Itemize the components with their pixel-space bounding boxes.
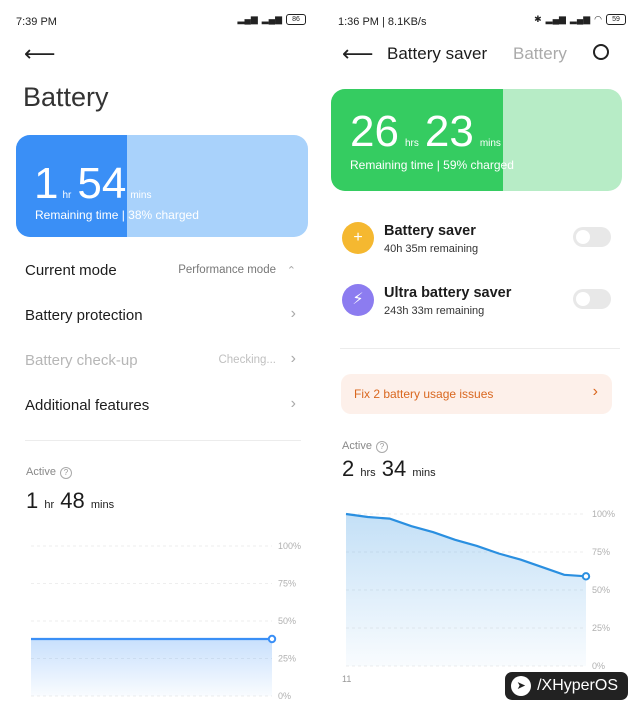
status-time: 1:36 PM | 8.1KB/s	[338, 16, 427, 28]
active-label: Active?	[342, 440, 388, 453]
series-area	[346, 514, 586, 666]
signal-icon: ▂▄▆	[545, 14, 566, 24]
status-time: 7:39 PM	[16, 16, 57, 28]
row-current-mode[interactable]: Current mode Performance mode ⌃	[25, 262, 298, 286]
ultra-saver-toggle[interactable]	[573, 289, 611, 309]
status-bar: 7:39 PM ▂▄▆ ▂▄▆ 86	[0, 10, 320, 30]
y-tick-label: 100%	[278, 541, 301, 551]
active-hours: 2	[342, 456, 355, 481]
wifi-icon: ◠	[594, 14, 602, 24]
hours-unit: hr	[62, 190, 72, 201]
remaining-time: 26 hrs 23 mins	[350, 107, 501, 157]
battery-card: 1 hr 54 mins Remaining time | 38% charged	[16, 135, 308, 237]
minutes-unit: mins	[479, 138, 501, 149]
watermark: ➤ /XHyperOS	[505, 672, 628, 700]
hours-value: 1	[34, 159, 59, 208]
remaining-text: Remaining time | 38% charged	[35, 208, 199, 222]
y-tick-label: 0%	[592, 661, 605, 671]
help-icon[interactable]: ?	[375, 441, 388, 453]
watermark-text: /XHyperOS	[537, 677, 618, 694]
bluetooth-icon: ✱	[534, 14, 542, 24]
remaining-text: Remaining time | 59% charged	[350, 158, 514, 172]
active-hours-unit: hrs	[360, 467, 376, 479]
row-label: Additional features	[25, 397, 150, 414]
ultra-saver-title: Ultra battery saver	[384, 285, 512, 301]
battery-plus-icon: +	[342, 222, 374, 254]
fix-issues-banner[interactable]: Fix 2 battery usage issues ›	[341, 374, 612, 414]
fix-issues-text: Fix 2 battery usage issues	[354, 387, 494, 401]
screens: 7:39 PM ▂▄▆ ▂▄▆ 86 ⟵ Battery 1 hr 54 mins R…	[0, 0, 640, 714]
chevron-right-icon: ›	[290, 305, 296, 322]
help-icon[interactable]: ?	[59, 467, 72, 479]
y-tick-label: 75%	[592, 547, 610, 557]
status-icons: ▂▄▆ ▂▄▆ 86	[238, 14, 306, 25]
active-minutes-unit: mins	[412, 467, 436, 479]
usage-chart: 100% 75% 50% 25% 0%	[31, 541, 301, 701]
back-arrow-icon[interactable]: ⟵	[24, 43, 56, 65]
hours-unit: hrs	[404, 138, 419, 149]
divider	[340, 348, 620, 349]
active-time: 1 hr 48 mins	[26, 488, 114, 514]
signal-icon: ▂▄▆	[237, 14, 258, 24]
row-label: Battery check-up	[25, 352, 138, 369]
active-hours-unit: hr	[44, 499, 55, 511]
status-bar: 1:36 PM | 8.1KB/s ✱ ▂▄▆ ▂▄▆ ◠ 59	[320, 10, 640, 30]
remaining-time: 1 hr 54 mins	[34, 159, 151, 209]
active-label: Active?	[26, 466, 72, 479]
row-additional-features[interactable]: Additional features ›	[25, 395, 298, 421]
active-label-text: Active	[26, 466, 56, 478]
y-tick-label: 0%	[278, 691, 291, 701]
back-arrow-icon[interactable]: ⟵	[342, 43, 374, 65]
minutes-unit: mins	[130, 190, 152, 201]
row-label: Battery protection	[25, 307, 143, 324]
y-tick-label: 50%	[278, 616, 296, 626]
current-mode-value: Performance mode	[178, 264, 276, 276]
battery-saver-title: Battery saver	[384, 223, 476, 239]
series-area	[31, 639, 272, 696]
series-endpoint[interactable]	[267, 634, 277, 644]
y-tick-label: 50%	[592, 585, 610, 595]
page-title: Battery saver	[387, 44, 488, 63]
telegram-icon: ➤	[511, 676, 532, 696]
active-hours: 1	[26, 488, 39, 513]
y-tick-label: 100%	[592, 509, 615, 519]
ultra-saver-remaining: 243h 33m remaining	[384, 305, 485, 317]
battery-card: 26 hrs 23 mins Remaining time | 59% charged	[331, 89, 622, 191]
signal-icon-2: ▂▄▆	[261, 14, 282, 24]
chevron-right-icon: ›	[290, 395, 296, 412]
battery-icon: 86	[286, 14, 306, 25]
row-battery-protection[interactable]: Battery protection ›	[25, 305, 298, 331]
active-time: 2 hrs 34 mins	[342, 456, 436, 482]
y-tick-label: 75%	[278, 579, 296, 589]
y-tick-label: 25%	[592, 623, 610, 633]
active-label-text: Active	[342, 440, 372, 452]
battery-saver-toggle[interactable]	[573, 227, 611, 247]
active-minutes: 34	[381, 456, 407, 481]
lightning-icon: ⚡	[342, 284, 374, 316]
chevron-right-icon: ›	[290, 350, 296, 367]
chevron-right-icon: ›	[592, 383, 598, 400]
row-battery-checkup[interactable]: Battery check-up Checking... ›	[25, 350, 298, 376]
active-minutes-unit: mins	[90, 499, 115, 511]
minutes-value: 54	[77, 159, 127, 208]
battery-icon: 59	[606, 14, 626, 25]
settings-gear-icon[interactable]	[593, 44, 609, 60]
updown-chevron-icon: ⌃	[286, 265, 296, 277]
page-title: Battery	[23, 82, 109, 112]
hours-value: 26	[350, 107, 399, 156]
tab-battery[interactable]: Battery	[513, 44, 567, 64]
screen-battery: 7:39 PM ▂▄▆ ▂▄▆ 86 ⟵ Battery 1 hr 54 mins R…	[0, 0, 320, 714]
battery-saver-remaining: 40h 35m remaining	[384, 243, 479, 255]
status-icons: ✱ ▂▄▆ ▂▄▆ ◠ 59	[534, 14, 626, 25]
series-endpoint[interactable]	[581, 572, 591, 581]
divider	[25, 440, 301, 441]
x-tick-label: 11	[342, 674, 351, 684]
row-label: Current mode	[25, 262, 117, 279]
minutes-value: 23	[424, 107, 474, 156]
checkup-value: Checking...	[218, 354, 276, 366]
y-tick-label: 25%	[278, 654, 296, 664]
signal-icon-2: ▂▄▆	[569, 14, 591, 24]
active-minutes: 48	[60, 488, 85, 513]
